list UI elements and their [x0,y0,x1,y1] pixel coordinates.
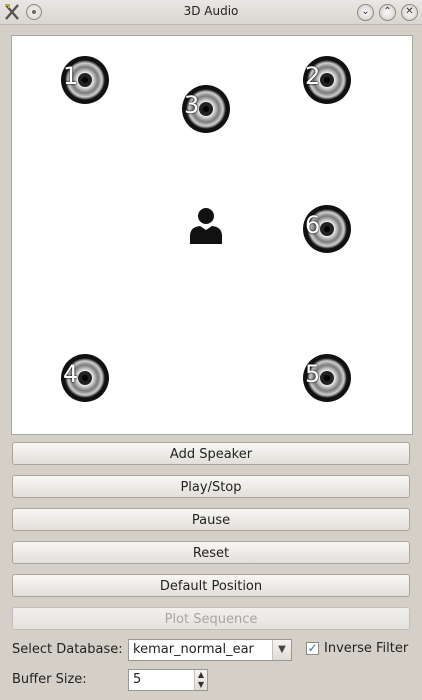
speaker-4[interactable]: 4 [61,354,109,402]
buffer-size-value: 5 [133,672,142,687]
minimize-button[interactable]: ⌄ [357,4,374,21]
speaker-number: 6 [305,211,321,239]
spin-down-icon[interactable]: ▼ [195,680,207,690]
buffer-size-spinbox[interactable]: 5 ▲ ▼ [128,669,208,691]
speaker-6[interactable]: 6 [303,205,351,253]
inverse-filter-checkbox[interactable]: ✓ [306,642,319,655]
reset-button[interactable]: Reset [12,541,410,564]
buffer-size-label: Buffer Size: [12,672,87,687]
pause-button[interactable]: Pause [12,508,410,531]
speaker-canvas[interactable]: 1 2 3 4 5 6 [11,35,413,435]
maximize-button[interactable]: ⌃ [379,4,396,21]
speaker-number: 5 [305,360,321,388]
speaker-number: 1 [63,62,79,90]
speaker-number: 3 [184,91,200,119]
default-position-button[interactable]: Default Position [12,574,410,597]
database-select[interactable]: kemar_normal_ear ▼ [128,639,292,661]
person-icon[interactable] [188,206,224,244]
speaker-number: 4 [63,360,79,388]
database-value: kemar_normal_ear [133,642,254,657]
inverse-filter-label[interactable]: Inverse Filter [324,641,408,656]
spin-up-icon[interactable]: ▲ [195,670,207,680]
spin-arrows[interactable]: ▲ ▼ [194,670,207,690]
play-stop-button[interactable]: Play/Stop [12,475,410,498]
speaker-number: 2 [305,62,321,90]
speaker-2[interactable]: 2 [303,56,351,104]
plot-sequence-button[interactable]: Plot Sequence [12,607,410,630]
speaker-1[interactable]: 1 [61,56,109,104]
speaker-5[interactable]: 5 [303,354,351,402]
chevron-down-icon[interactable]: ▼ [272,640,291,660]
select-database-label: Select Database: [12,642,123,657]
title-bar: 3D Audio ⌄ ⌃ ✕ [0,0,422,25]
close-button[interactable]: ✕ [401,4,418,21]
speaker-3[interactable]: 3 [182,85,230,133]
add-speaker-button[interactable]: Add Speaker [12,442,410,465]
